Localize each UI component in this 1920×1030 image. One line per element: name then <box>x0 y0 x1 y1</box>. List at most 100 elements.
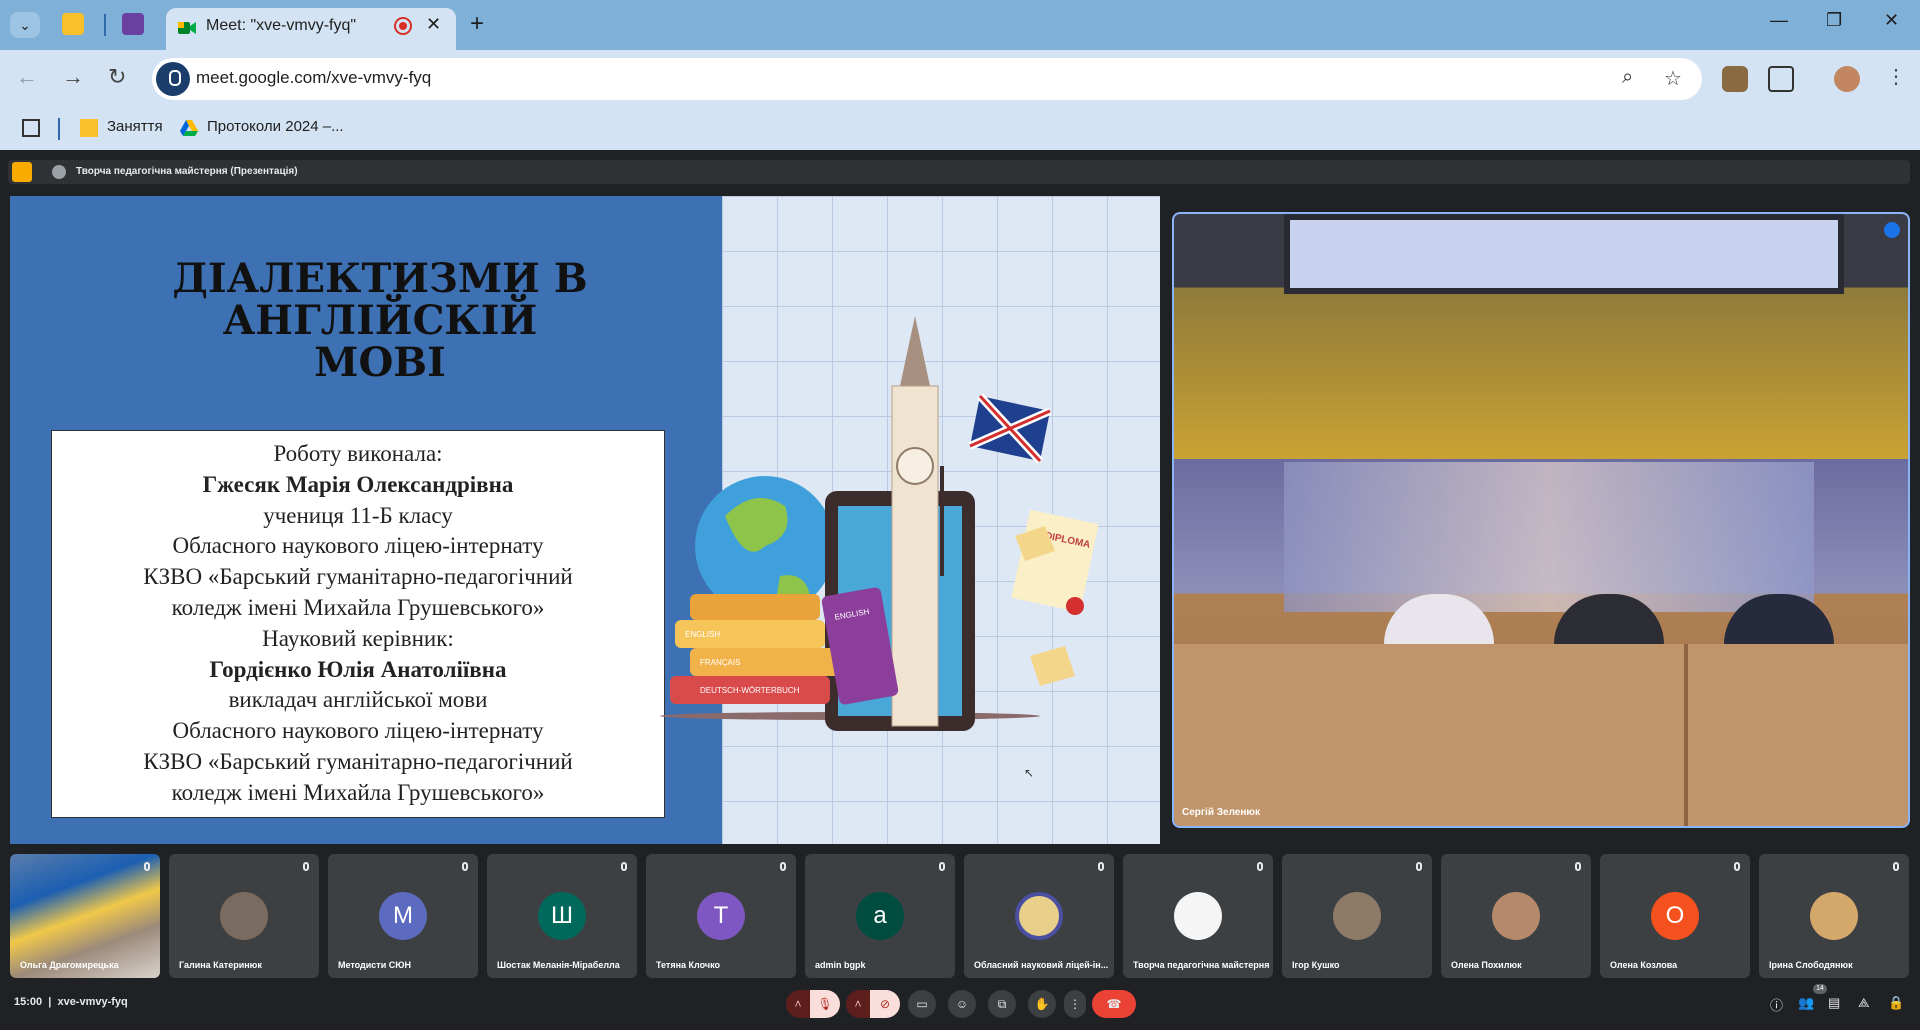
participant-name: Олена Похилюк <box>1451 960 1522 970</box>
main-video-tile[interactable]: Сергій Зеленюк <box>1172 212 1910 828</box>
participant-count-badge: 14 <box>1813 984 1827 994</box>
bookmarks-separator <box>58 118 60 140</box>
browser-toolbar: ← → ↻ meet.google.com/xve-vmvy-fyq ⌕ ☆ ⋮ <box>0 50 1920 108</box>
participant-tile[interactable]: Олена Похилюк <box>1441 854 1591 978</box>
slide-text-line: викладач англійської мови <box>228 687 488 713</box>
audio-options-chevron-icon[interactable]: ˄ <box>786 990 810 1018</box>
classroom-bookmark-icon <box>80 119 98 137</box>
slide-text-line: Обласного наукового ліцею-інтернату <box>172 718 544 744</box>
new-tab-button[interactable]: + <box>470 10 484 38</box>
participant-tile[interactable]: Ольга Драгомирецька <box>10 854 160 978</box>
participant-avatar: O <box>1651 892 1699 940</box>
mic-off-icon <box>939 862 945 871</box>
meeting-clock: 15:00 | xve-vmvy-fyq <box>14 996 128 1008</box>
participant-tile[interactable]: Галина Катеринюк <box>169 854 319 978</box>
meeting-info-icon[interactable]: ⓘ <box>1770 995 1783 1014</box>
profile-avatar[interactable] <box>1834 66 1860 92</box>
mic-off-icon <box>462 862 468 871</box>
slide-text-line: учениця 11-Б класу <box>263 502 453 528</box>
participant-name: Галина Катеринюк <box>179 960 262 970</box>
address-bar[interactable]: meet.google.com/xve-vmvy-fyq ⌕ ☆ <box>152 58 1702 100</box>
minimize-icon[interactable]: — <box>1770 10 1788 31</box>
participant-tile[interactable]: Творча педагогічна майстерня <box>1123 854 1273 978</box>
bookmark-classes[interactable]: Заняття <box>107 118 163 135</box>
slide-title-line: ДІАЛЕКТИЗМИ В <box>172 255 588 302</box>
activities-icon[interactable]: ⟁ <box>1858 995 1870 1011</box>
forward-icon[interactable]: → <box>62 64 84 90</box>
participant-tile[interactable]: Обласний науковий ліцей-ін... <box>964 854 1114 978</box>
pinned-tab-classroom-icon[interactable] <box>62 13 84 35</box>
slide-author-box: Роботу виконала: Гжесяк Марія Олександрі… <box>51 430 665 818</box>
extensions-icon[interactable] <box>1768 66 1794 92</box>
menu-icon[interactable]: ⋮ <box>1886 64 1906 89</box>
mic-off-icon <box>1734 862 1740 871</box>
participant-tile[interactable]: a admin bgpk <box>805 854 955 978</box>
owl-extension-icon[interactable] <box>1722 66 1748 92</box>
slide-title: ДІАЛЕКТИЗМИ В АНГЛІЙСКІЙ МОВІ <box>130 258 630 384</box>
book-label: ENGLISH <box>685 630 720 639</box>
mic-off-icon <box>621 862 627 871</box>
presentation-icon <box>12 162 32 182</box>
restore-icon[interactable]: ❐ <box>1826 10 1842 31</box>
bookmark-protocols[interactable]: Протоколи 2024 –... <box>207 118 344 135</box>
participant-avatar: T <box>697 892 745 940</box>
camera-off-button[interactable]: ⊘ <box>870 990 900 1018</box>
london-education-illustration: DIPLOMA DEUTSCH-WÖRTERBUCH FRANÇAIS ENGL… <box>660 316 1099 731</box>
present-screen-button[interactable]: ⧉ <box>988 990 1016 1018</box>
leave-call-button[interactable]: ☎ <box>1092 990 1136 1018</box>
emoji-button[interactable]: ☺ <box>948 990 976 1018</box>
book-label: DEUTSCH-WÖRTERBUCH <box>700 686 800 695</box>
slide-text-line: Обласного наукового ліцею-інтернату <box>172 533 544 559</box>
participant-tile[interactable]: Ш Шостак Меланія-Мірабелла <box>487 854 637 978</box>
participant-avatar <box>1810 892 1858 940</box>
zoom-icon[interactable]: ⌕ <box>1622 66 1633 89</box>
participant-tile[interactable]: O Олена Козлова <box>1600 854 1750 978</box>
mic-off-icon <box>303 862 309 871</box>
microphone-icon[interactable] <box>156 62 190 96</box>
mic-off-icon <box>144 862 150 871</box>
people-icon[interactable]: 👥 <box>1798 995 1814 1011</box>
participant-name: Методисти СЮН <box>338 960 412 970</box>
tab-meet[interactable]: Meet: "xve-vmvy-fyq" ✕ <box>166 8 456 50</box>
presenter-avatar <box>52 165 66 179</box>
pinned-tab-forms-icon[interactable] <box>122 13 144 35</box>
tab-search-button[interactable]: ⌄ <box>10 12 40 38</box>
slide-text-line: КЗВО «Барський гуманітарно-педагогічний <box>143 748 573 774</box>
bookmark-star-icon[interactable]: ☆ <box>1664 66 1682 91</box>
close-tab-icon[interactable]: ✕ <box>426 14 441 35</box>
chat-icon[interactable]: ▤ <box>1828 995 1840 1011</box>
tab-strip: ⌄ Meet: "xve-vmvy-fyq" ✕ + — ❐ ✕ <box>0 0 1920 50</box>
stage-backdrop <box>1284 462 1814 612</box>
slide-text-line: Гордієнко Юлія Анатоліївна <box>209 656 507 682</box>
speaking-indicator-icon <box>1884 222 1900 238</box>
host-controls-icon[interactable]: 🔒 <box>1888 995 1904 1011</box>
participant-name: Обласний науковий ліцей-ін... <box>974 960 1109 970</box>
mic-off-icon <box>1416 862 1422 871</box>
back-icon[interactable]: ← <box>16 64 38 90</box>
participant-name: Тетяна Клочко <box>656 960 721 970</box>
presentation-slide: ДІАЛЕКТИЗМИ В АНГЛІЙСКІЙ МОВІ Роботу вик… <box>10 196 1160 844</box>
drive-icon <box>180 120 198 136</box>
url-text[interactable]: meet.google.com/xve-vmvy-fyq <box>196 68 431 88</box>
more-options-button[interactable]: ⋮ <box>1064 990 1086 1018</box>
main-video-name: Сергій Зеленюк <box>1182 807 1260 818</box>
captions-button[interactable]: ▭ <box>908 990 936 1018</box>
apps-grid-icon[interactable] <box>22 119 40 137</box>
participant-tile[interactable]: T Тетяна Клочко <box>646 854 796 978</box>
close-window-icon[interactable]: ✕ <box>1884 10 1899 31</box>
participant-tile[interactable]: М Методисти СЮН <box>328 854 478 978</box>
mic-off-button[interactable]: 🎙 <box>810 990 840 1018</box>
participant-tile[interactable]: Ірина Слободянюк <box>1759 854 1909 978</box>
desk <box>1174 644 1908 826</box>
participant-tile[interactable]: Ігор Кушко <box>1282 854 1432 978</box>
reload-icon[interactable]: ↻ <box>108 64 126 90</box>
slide-text-line: Гжесяк Марія Олександрівна <box>202 471 514 497</box>
participant-strip: Ольга Драгомирецька Галина Катеринюк М М… <box>10 854 1914 978</box>
participant-avatar <box>1015 892 1063 940</box>
projector-screen <box>1284 214 1844 294</box>
video-options-chevron-icon[interactable]: ˄ <box>846 990 870 1018</box>
raise-hand-button[interactable]: ✋ <box>1028 990 1056 1018</box>
mic-off-icon <box>780 862 786 871</box>
mic-off-icon <box>1098 862 1104 871</box>
participant-avatar: Ш <box>538 892 586 940</box>
